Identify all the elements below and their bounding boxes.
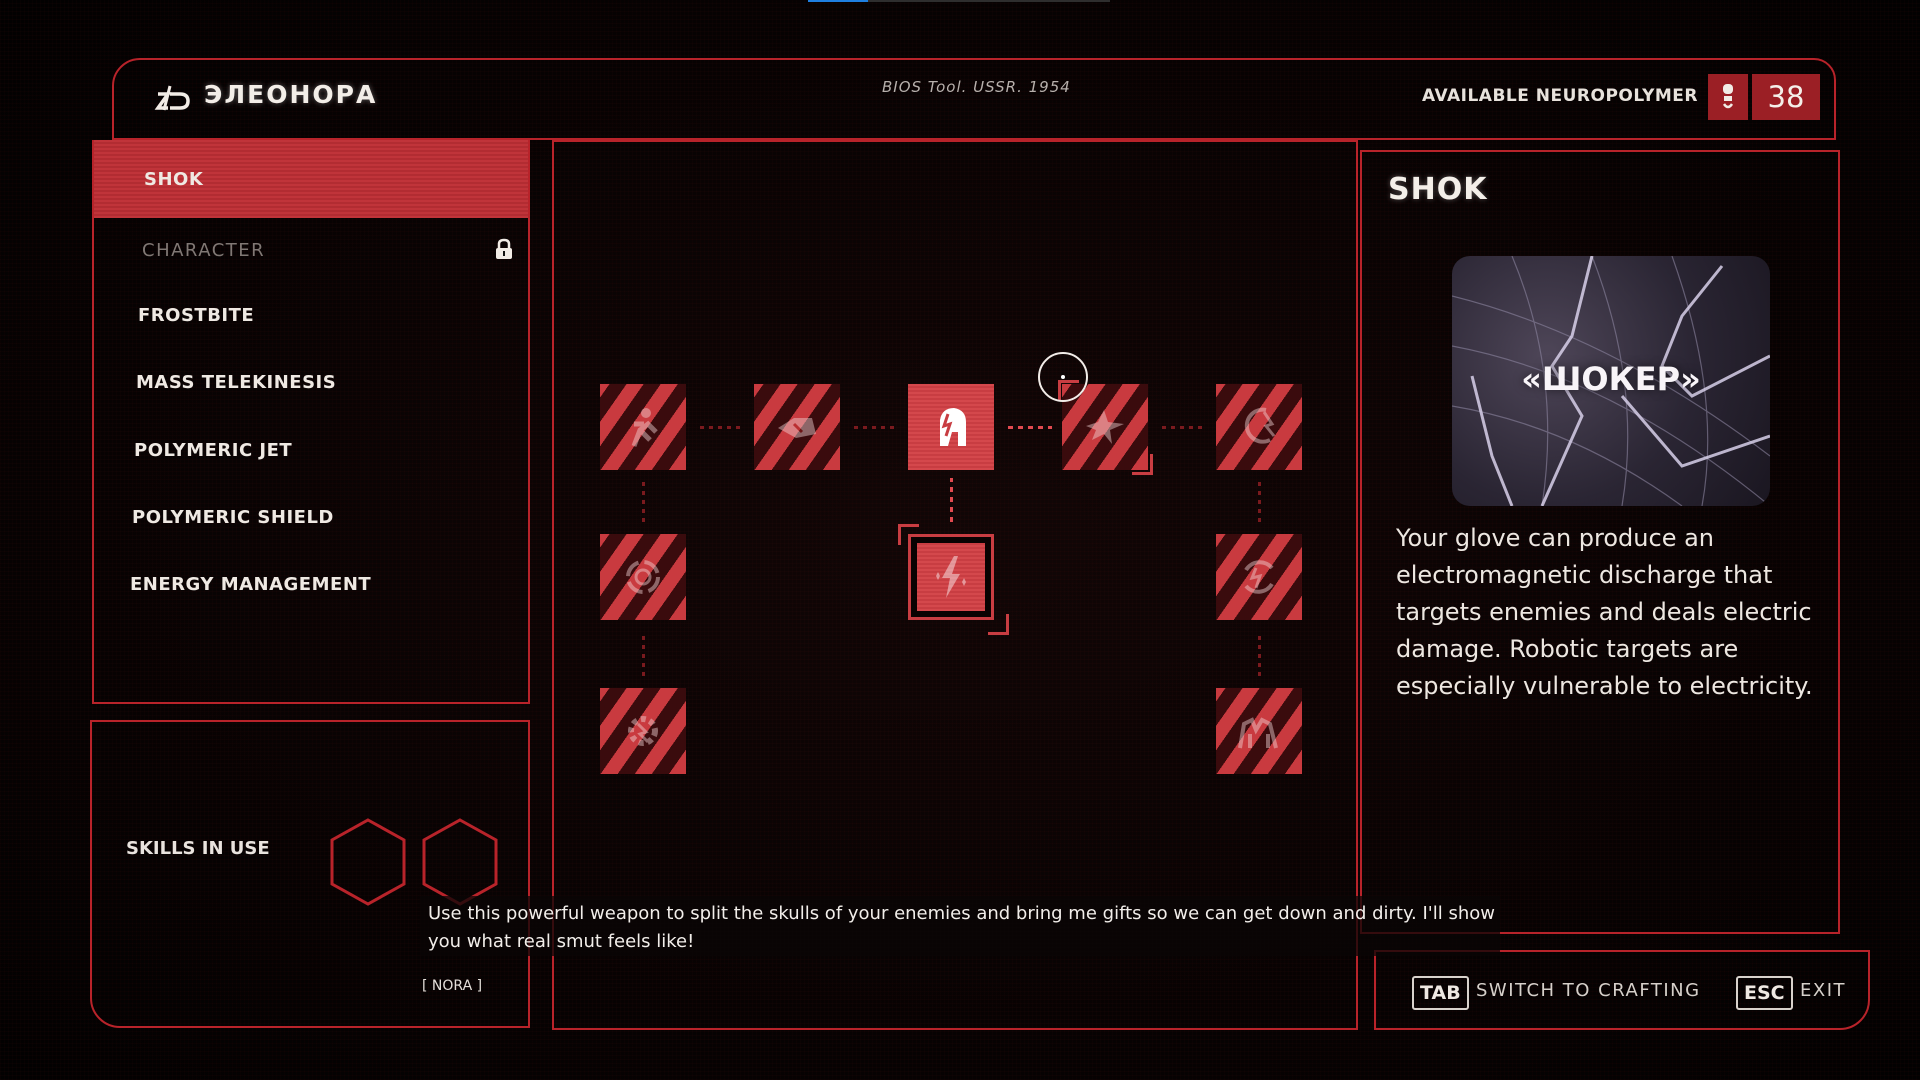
running-figure-icon (631, 408, 658, 447)
skill-node-r2c1[interactable] (600, 534, 686, 620)
sidebar-item-frostbite[interactable]: FROSTBITE (94, 285, 528, 345)
header-bar: ЭЛЕОНОРА BIOS Tool. USSR. 1954 AVAILABLE… (112, 58, 1836, 140)
selection-bracket (898, 524, 919, 545)
selected-node-inner (917, 543, 985, 611)
connector (854, 426, 894, 429)
connector (700, 426, 740, 429)
sidebar-item-label: CHARACTER (142, 239, 266, 261)
skill-node-r2c5[interactable] (1216, 534, 1302, 620)
selection-bracket (988, 614, 1009, 635)
connector (1258, 478, 1261, 522)
skill-slot-1[interactable] (330, 818, 406, 906)
cycle-lightning-icon (1244, 560, 1274, 594)
skill-detail-panel: SHOK «ШОКЕР» Your glove can produce an e… (1360, 150, 1840, 934)
connector (642, 632, 645, 676)
app-title: ЭЛЕОНОРА (204, 80, 378, 109)
connector (1258, 632, 1261, 676)
sidebar-item-polymeric-jet[interactable]: POLYMERIC JET (94, 420, 528, 480)
connector-active (950, 478, 953, 522)
connector (642, 478, 645, 522)
skill-node-r1c5[interactable] (1216, 384, 1302, 470)
top-progress-bar (808, 0, 1110, 2)
chain-lightning-icon (1244, 407, 1276, 444)
dialogue-speaker: [ NORA ] (422, 978, 483, 994)
skill-node-r1c1[interactable] (600, 384, 686, 470)
skill-node-r3c1[interactable] (600, 688, 686, 774)
exit-label[interactable]: EXIT (1800, 980, 1846, 1001)
sidebar-item-energy-management[interactable]: ENERGY MANAGEMENT (94, 554, 528, 614)
skill-node-r3c5[interactable] (1216, 688, 1302, 774)
skills-in-use-label: SKILLS IN USE (126, 838, 270, 859)
shock-glove-icon (940, 408, 966, 446)
sidebar-item-label: POLYMERIC SHIELD (132, 506, 334, 528)
connector (1162, 426, 1202, 429)
neuropolymer-label: AVAILABLE NEUROPOLYMER (1421, 86, 1698, 106)
lightning-bolt-icon (936, 556, 966, 598)
skill-node-r2c3-selected[interactable] (908, 534, 994, 620)
skill-slot-2[interactable] (422, 818, 498, 906)
skill-preview-title: «ШОКЕР» (1521, 360, 1701, 398)
mouse-cursor (1038, 352, 1088, 402)
neuropolymer-icon (1722, 84, 1734, 109)
skill-category-sidebar: SHOK CHARACTER FROSTBITE MASS TELEKINESI… (92, 140, 530, 704)
neuropolymer-icon-box (1708, 74, 1748, 120)
sidebar-item-character[interactable]: CHARACTER (94, 220, 528, 280)
sidebar-item-label: ENERGY MANAGEMENT (130, 573, 372, 595)
electric-burst-icon (1086, 410, 1124, 444)
sidebar-item-label: MASS TELEKINESIS (136, 371, 337, 393)
dialogue-text: Use this powerful weapon to split the sk… (428, 903, 1496, 952)
hover-bracket (1132, 454, 1153, 475)
lock-icon (496, 238, 512, 259)
top-progress-fill (808, 0, 869, 2)
tab-key-button[interactable]: TAB (1412, 976, 1469, 1010)
sidebar-item-label: SHOK (144, 168, 204, 190)
app-subtitle: BIOS Tool. USSR. 1954 (882, 78, 1071, 96)
sidebar-item-label: FROSTBITE (138, 304, 255, 326)
sidebar-item-label: POLYMERIC JET (134, 439, 293, 461)
connector-active (1008, 426, 1052, 429)
shock-ring-icon (626, 560, 660, 594)
skill-description: Your glove can produce an electromagneti… (1396, 524, 1813, 700)
sidebar-item-polymeric-shield[interactable]: POLYMERIC SHIELD (94, 487, 528, 547)
skill-detail-title: SHOK (1388, 172, 1488, 207)
footer-controls: TAB SWITCH TO CRAFTING ESC EXIT (1374, 950, 1870, 1030)
group-shock-icon (1238, 717, 1278, 749)
neuropolymer-count: 38 (1752, 74, 1820, 120)
sidebar-item-mass-telekinesis[interactable]: MASS TELEKINESIS (94, 352, 528, 412)
skill-node-r1c3[interactable] (908, 384, 994, 470)
skill-node-r1c2[interactable] (754, 384, 840, 470)
zd-logo-icon (154, 85, 190, 111)
esc-key-button[interactable]: ESC (1736, 976, 1793, 1010)
sidebar-item-shok[interactable]: SHOK (94, 140, 528, 218)
gear-spark-icon (628, 716, 658, 746)
skill-preview-image: «ШОКЕР» (1452, 256, 1770, 506)
glove-blast-icon (778, 418, 816, 438)
switch-to-crafting-label[interactable]: SWITCH TO CRAFTING (1476, 980, 1701, 1001)
